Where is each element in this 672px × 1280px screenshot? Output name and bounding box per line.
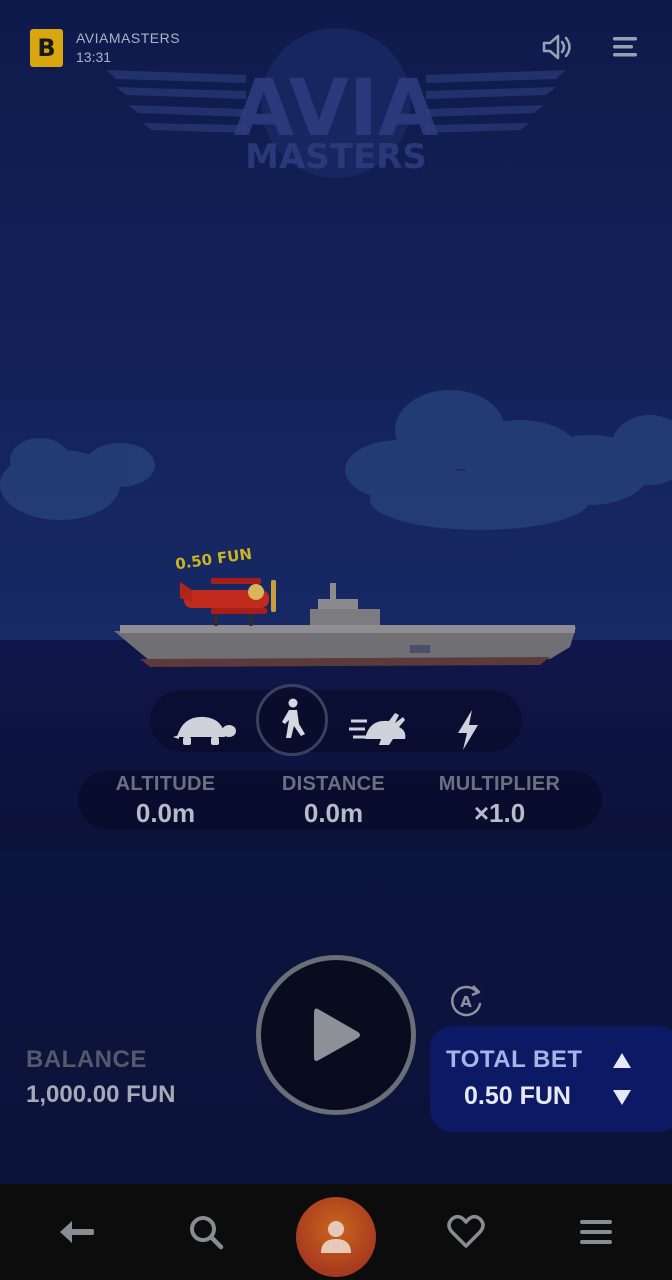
app-title: AVIAMASTERS (76, 30, 181, 46)
nav-back[interactable] (54, 1210, 98, 1254)
menu-icon[interactable] (610, 34, 640, 60)
distance-stat: DISTANCE 0.0m (246, 770, 421, 829)
walking-person-icon (282, 698, 305, 738)
clouds-background (0, 390, 672, 530)
nav-favorites[interactable] (444, 1210, 488, 1254)
logo-title-line2: MASTERS (245, 137, 427, 177)
speed-option-normal[interactable] (256, 684, 328, 756)
nav-profile[interactable] (296, 1197, 376, 1277)
play-icon (314, 1008, 360, 1061)
total-bet-value: 0.50 FUN (464, 1082, 571, 1110)
game-screen: AVIA MASTERS B AVIAMASTERS 13:31 0.50 FU… (0, 0, 672, 1280)
svg-text:A: A (460, 993, 472, 1011)
multiplier-label: MULTIPLIER (438, 773, 561, 795)
turtle-icon (173, 716, 236, 745)
sound-icon[interactable] (540, 32, 574, 62)
total-bet-label: TOTAL BET (446, 1046, 583, 1073)
search-icon (190, 1216, 224, 1250)
profile-icon (321, 1221, 351, 1253)
altitude-label: ALTITUDE (115, 773, 216, 795)
distance-value: 0.0m (303, 798, 364, 828)
heart-icon (447, 1214, 485, 1248)
speed-option-fast[interactable] (344, 694, 416, 766)
bet-increase-icon[interactable] (610, 1050, 634, 1072)
nav-menu[interactable] (574, 1210, 618, 1254)
balance-label: BALANCE (26, 1046, 147, 1073)
multiplier-stat: MULTIPLIER ×1.0 (412, 770, 587, 829)
speed-selector (150, 684, 522, 756)
speed-option-slow[interactable] (168, 694, 240, 766)
rabbit-icon (349, 713, 406, 745)
red-biplane (180, 578, 276, 626)
flight-stats: ALTITUDE 0.0m DISTANCE 0.0m MULTIPLIER ×… (78, 770, 602, 830)
bottom-navigation (0, 1184, 672, 1280)
back-arrow-icon (60, 1221, 94, 1243)
hamburger-menu-icon (580, 1220, 612, 1244)
multiplier-value: ×1.0 (473, 798, 526, 828)
nav-search[interactable] (184, 1210, 228, 1254)
brand-badge: B (30, 29, 63, 67)
autoplay-icon[interactable]: A (447, 982, 485, 1020)
clock-time: 13:31 (76, 49, 112, 65)
speed-option-turbo[interactable] (432, 694, 504, 766)
bet-decrease-icon[interactable] (610, 1086, 634, 1108)
balance-value: 1,000.00 FUN (26, 1081, 176, 1108)
play-button[interactable] (256, 955, 416, 1115)
aviamasters-logo: AVIA MASTERS (106, 28, 566, 178)
lightning-icon (458, 710, 478, 750)
total-bet-panel: TOTAL BET 0.50 FUN (430, 1026, 672, 1132)
altitude-stat: ALTITUDE 0.0m (78, 770, 253, 829)
distance-label: DISTANCE (281, 773, 386, 795)
altitude-value: 0.0m (135, 798, 196, 828)
